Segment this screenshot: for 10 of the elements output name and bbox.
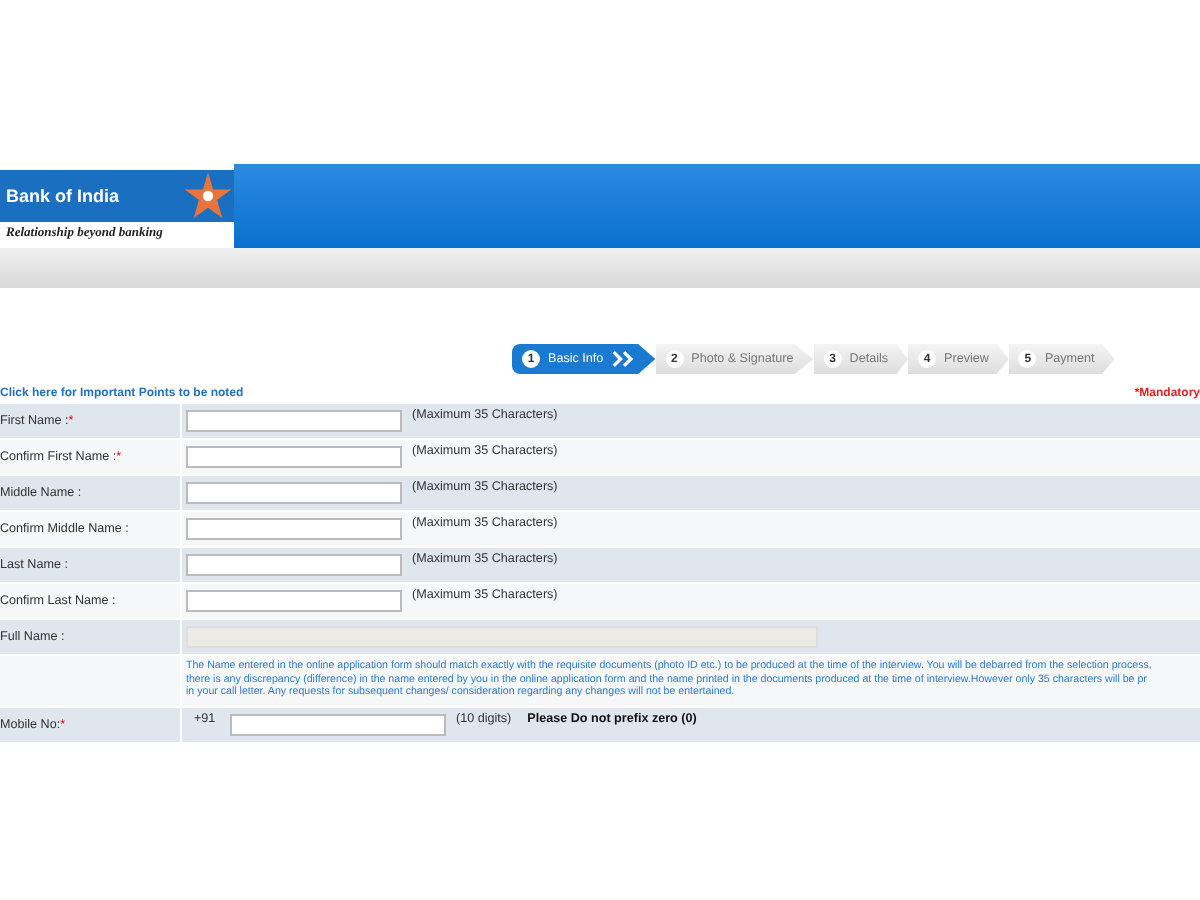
mobile-input[interactable] [230, 713, 446, 736]
text-input[interactable] [186, 590, 402, 612]
star-icon [182, 170, 234, 222]
text-input[interactable] [186, 482, 402, 504]
text-input[interactable] [186, 554, 402, 576]
text-input[interactable] [186, 518, 402, 540]
bank-name: Bank of India [6, 186, 120, 206]
double-chevron-icon [611, 350, 636, 368]
text-input[interactable] [186, 410, 402, 432]
text-input[interactable] [186, 446, 402, 468]
